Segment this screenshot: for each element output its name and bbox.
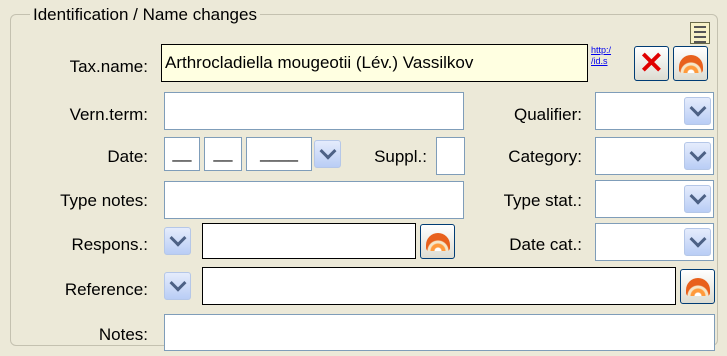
vern-term-label: Vern.term: [69, 105, 148, 124]
vern-term-field[interactable] [164, 92, 464, 130]
chevron-down-icon [169, 274, 186, 292]
remove-button[interactable]: ✕ [634, 46, 669, 81]
type-notes-label: Type notes: [60, 191, 148, 210]
shell-icon [685, 277, 710, 296]
notes-label: Notes: [98, 325, 148, 344]
date-year-field[interactable]: ____ [246, 137, 312, 171]
list-icon[interactable] [690, 22, 710, 44]
type-stat-select[interactable] [595, 180, 714, 218]
date-dropdown-button[interactable] [314, 140, 341, 168]
shell-icon [678, 54, 703, 73]
suppl-field[interactable] [436, 137, 465, 175]
type-notes-field[interactable] [164, 181, 464, 219]
qualifier-select[interactable] [595, 92, 714, 130]
notes-field[interactable] [164, 314, 715, 351]
type-stat-label: Type stat.: [503, 191, 582, 210]
shell-icon [425, 232, 450, 251]
reference-lookup-button[interactable] [680, 269, 715, 304]
reference-label: Reference: [64, 280, 148, 299]
respons-lookup-button[interactable] [420, 224, 455, 259]
tax-name-label: Tax.name: [69, 57, 148, 76]
chevron-down-icon [319, 142, 336, 160]
respons-label: Respons.: [71, 235, 148, 254]
category-label: Category: [508, 147, 582, 166]
red-x-icon: ✕ [638, 46, 665, 80]
date-cat-select[interactable] [595, 223, 714, 261]
id-link[interactable]: http://id.s [591, 45, 611, 67]
respons-dropdown-button[interactable] [164, 227, 191, 255]
chevron-down-icon[interactable] [684, 142, 711, 170]
qualifier-label: Qualifier: [513, 105, 582, 124]
suppl-label: Suppl.: [374, 147, 427, 166]
date-day-field[interactable]: __ [164, 137, 200, 171]
chevron-down-icon[interactable] [684, 185, 711, 213]
tax-name-field[interactable]: Arthrocladiella mougeotii (Lév.) Vassilk… [161, 44, 588, 82]
chevron-down-icon [169, 229, 186, 247]
date-month-field[interactable]: __ [204, 137, 242, 171]
date-cat-label: Date cat.: [509, 235, 582, 254]
category-select[interactable] [595, 137, 714, 175]
reference-field[interactable] [202, 267, 676, 305]
taxon-lookup-button[interactable] [673, 46, 708, 81]
date-label: Date: [107, 147, 148, 166]
respons-field[interactable] [202, 223, 416, 259]
reference-dropdown-button[interactable] [164, 272, 191, 300]
group-title: Identification / Name changes [30, 5, 260, 25]
chevron-down-icon[interactable] [684, 97, 711, 125]
chevron-down-icon[interactable] [684, 228, 711, 256]
